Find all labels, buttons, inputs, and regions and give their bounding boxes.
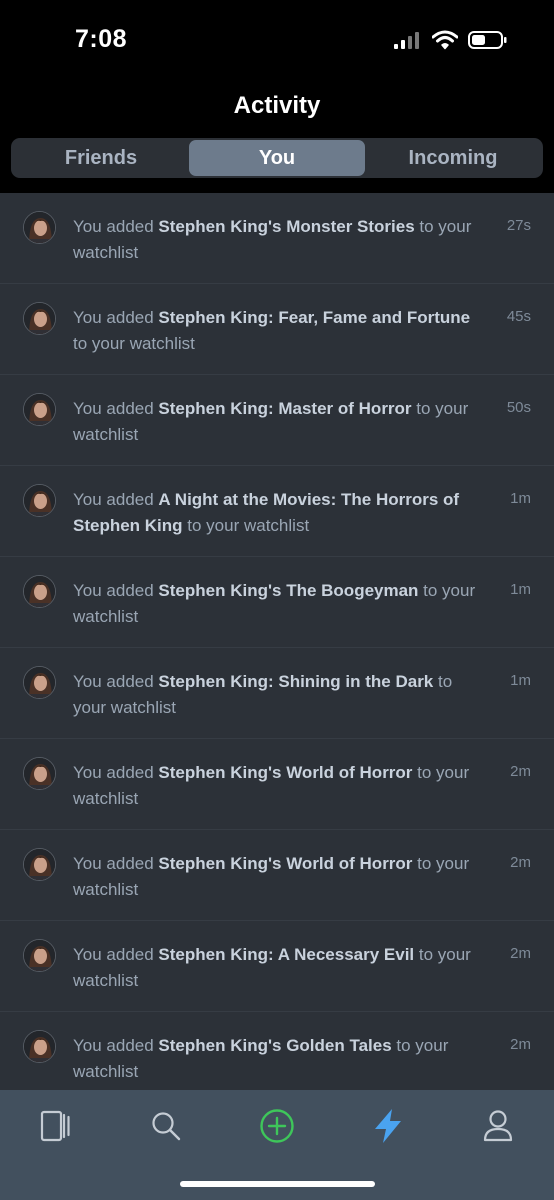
activity-timestamp: 2m <box>510 945 531 962</box>
avatar[interactable] <box>23 666 56 699</box>
activity-row[interactable]: You added Stephen King: Master of Horror… <box>0 375 554 466</box>
status-bar: 7:08 <box>0 0 554 80</box>
home-indicator <box>180 1181 375 1187</box>
activity-text: You added Stephen King: Master of Horror… <box>73 396 488 447</box>
activity-title-link[interactable]: Stephen King: Fear, Fame and Fortune <box>158 308 470 327</box>
activity-timestamp: 1m <box>510 672 531 689</box>
avatar[interactable] <box>23 302 56 335</box>
status-time: 7:08 <box>75 25 128 53</box>
avatar[interactable] <box>23 848 56 881</box>
activity-prefix: You added <box>73 399 159 418</box>
activity-timestamp: 45s <box>506 308 531 325</box>
tab-bar-profile[interactable] <box>468 1104 528 1148</box>
activity-timestamp: 1m <box>510 490 531 507</box>
activity-row[interactable]: You added A Night at the Movies: The Hor… <box>0 466 554 557</box>
activity-row[interactable]: You added Stephen King: Shining in the D… <box>0 648 554 739</box>
activity-row[interactable]: You added Stephen King's Golden Tales to… <box>0 1012 554 1090</box>
activity-prefix: You added <box>73 672 159 691</box>
avatar[interactable] <box>23 211 56 244</box>
activity-prefix: You added <box>73 308 159 327</box>
activity-timestamp: 2m <box>510 854 531 871</box>
activity-row[interactable]: You added Stephen King: Fear, Fame and F… <box>0 284 554 375</box>
activity-prefix: You added <box>73 1036 159 1055</box>
activity-prefix: You added <box>73 217 159 236</box>
avatar[interactable] <box>23 484 56 517</box>
activity-text: You added A Night at the Movies: The Hor… <box>73 487 488 538</box>
status-icons <box>394 30 508 50</box>
battery-icon <box>468 31 507 49</box>
activity-prefix: You added <box>73 854 159 873</box>
activity-title-link[interactable]: Stephen King: A Necessary Evil <box>158 945 414 964</box>
activity-text: You added Stephen King: Fear, Fame and F… <box>73 305 488 356</box>
activity-row[interactable]: You added Stephen King's The Boogeyman t… <box>0 557 554 648</box>
activity-title-link[interactable]: Stephen King's World of Horror <box>158 763 412 782</box>
activity-timestamp: 50s <box>506 399 531 416</box>
lightning-icon <box>375 1109 401 1143</box>
activity-title-link[interactable]: Stephen King: Master of Horror <box>158 399 411 418</box>
cellular-signal-icon <box>394 32 419 49</box>
activity-title-link[interactable]: Stephen King's The Boogeyman <box>158 581 418 600</box>
activity-title-link[interactable]: Stephen King's Monster Stories <box>158 217 414 236</box>
activity-row[interactable]: You added Stephen King's World of Horror… <box>0 830 554 921</box>
avatar[interactable] <box>23 575 56 608</box>
activity-timestamp: 27s <box>506 217 531 234</box>
activity-timestamp: 2m <box>510 1036 531 1053</box>
tab-bar-library[interactable] <box>26 1104 86 1148</box>
activity-title-link[interactable]: Stephen King's Golden Tales <box>158 1036 391 1055</box>
activity-row[interactable]: You added Stephen King's World of Horror… <box>0 739 554 830</box>
activity-text: You added Stephen King's Monster Stories… <box>73 214 488 265</box>
page-title: Activity <box>233 92 321 119</box>
activity-list[interactable]: You added Stephen King's Monster Stories… <box>0 193 554 1090</box>
avatar[interactable] <box>23 1030 56 1063</box>
activity-prefix: You added <box>73 581 159 600</box>
search-icon <box>152 1112 181 1141</box>
avatar[interactable] <box>23 757 56 790</box>
activity-suffix: to your watchlist <box>182 515 310 535</box>
activity-text: You added Stephen King's Golden Tales to… <box>73 1033 488 1084</box>
activity-segmented-control: Friends You Incoming <box>11 138 543 178</box>
activity-text: You added Stephen King: A Necessary Evil… <box>73 942 488 993</box>
activity-text: You added Stephen King's World of Horror… <box>73 760 488 811</box>
activity-title-link[interactable]: Stephen King's World of Horror <box>158 854 412 873</box>
tab-bar-activity[interactable] <box>358 1104 418 1148</box>
avatar[interactable] <box>23 939 56 972</box>
activity-prefix: You added <box>73 490 159 509</box>
activity-prefix: You added <box>73 945 159 964</box>
activity-timestamp: 1m <box>510 581 531 598</box>
tab-bar-add[interactable] <box>247 1104 307 1148</box>
avatar[interactable] <box>23 393 56 426</box>
activity-row[interactable]: You added Stephen King: A Necessary Evil… <box>0 921 554 1012</box>
activity-text: You added Stephen King's The Boogeyman t… <box>73 578 488 629</box>
tab-you[interactable]: You <box>189 140 365 176</box>
activity-text: You added Stephen King's World of Horror… <box>73 851 488 902</box>
activity-text: You added Stephen King: Shining in the D… <box>73 669 488 720</box>
library-icon <box>40 1110 70 1142</box>
wifi-icon <box>432 30 458 50</box>
activity-row[interactable]: You added Stephen King's Monster Stories… <box>0 193 554 284</box>
activity-suffix: to your watchlist <box>73 333 195 353</box>
tab-bar-search[interactable] <box>136 1104 196 1148</box>
profile-icon <box>483 1110 513 1142</box>
tab-incoming[interactable]: Incoming <box>365 140 541 176</box>
activity-title-link[interactable]: Stephen King: Shining in the Dark <box>158 672 433 691</box>
app-screen: 7:08 Activity Friends You Incoming You a… <box>0 0 554 1200</box>
add-circle-icon <box>260 1109 294 1143</box>
activity-timestamp: 2m <box>510 763 531 780</box>
activity-prefix: You added <box>73 763 159 782</box>
tab-friends[interactable]: Friends <box>13 140 189 176</box>
